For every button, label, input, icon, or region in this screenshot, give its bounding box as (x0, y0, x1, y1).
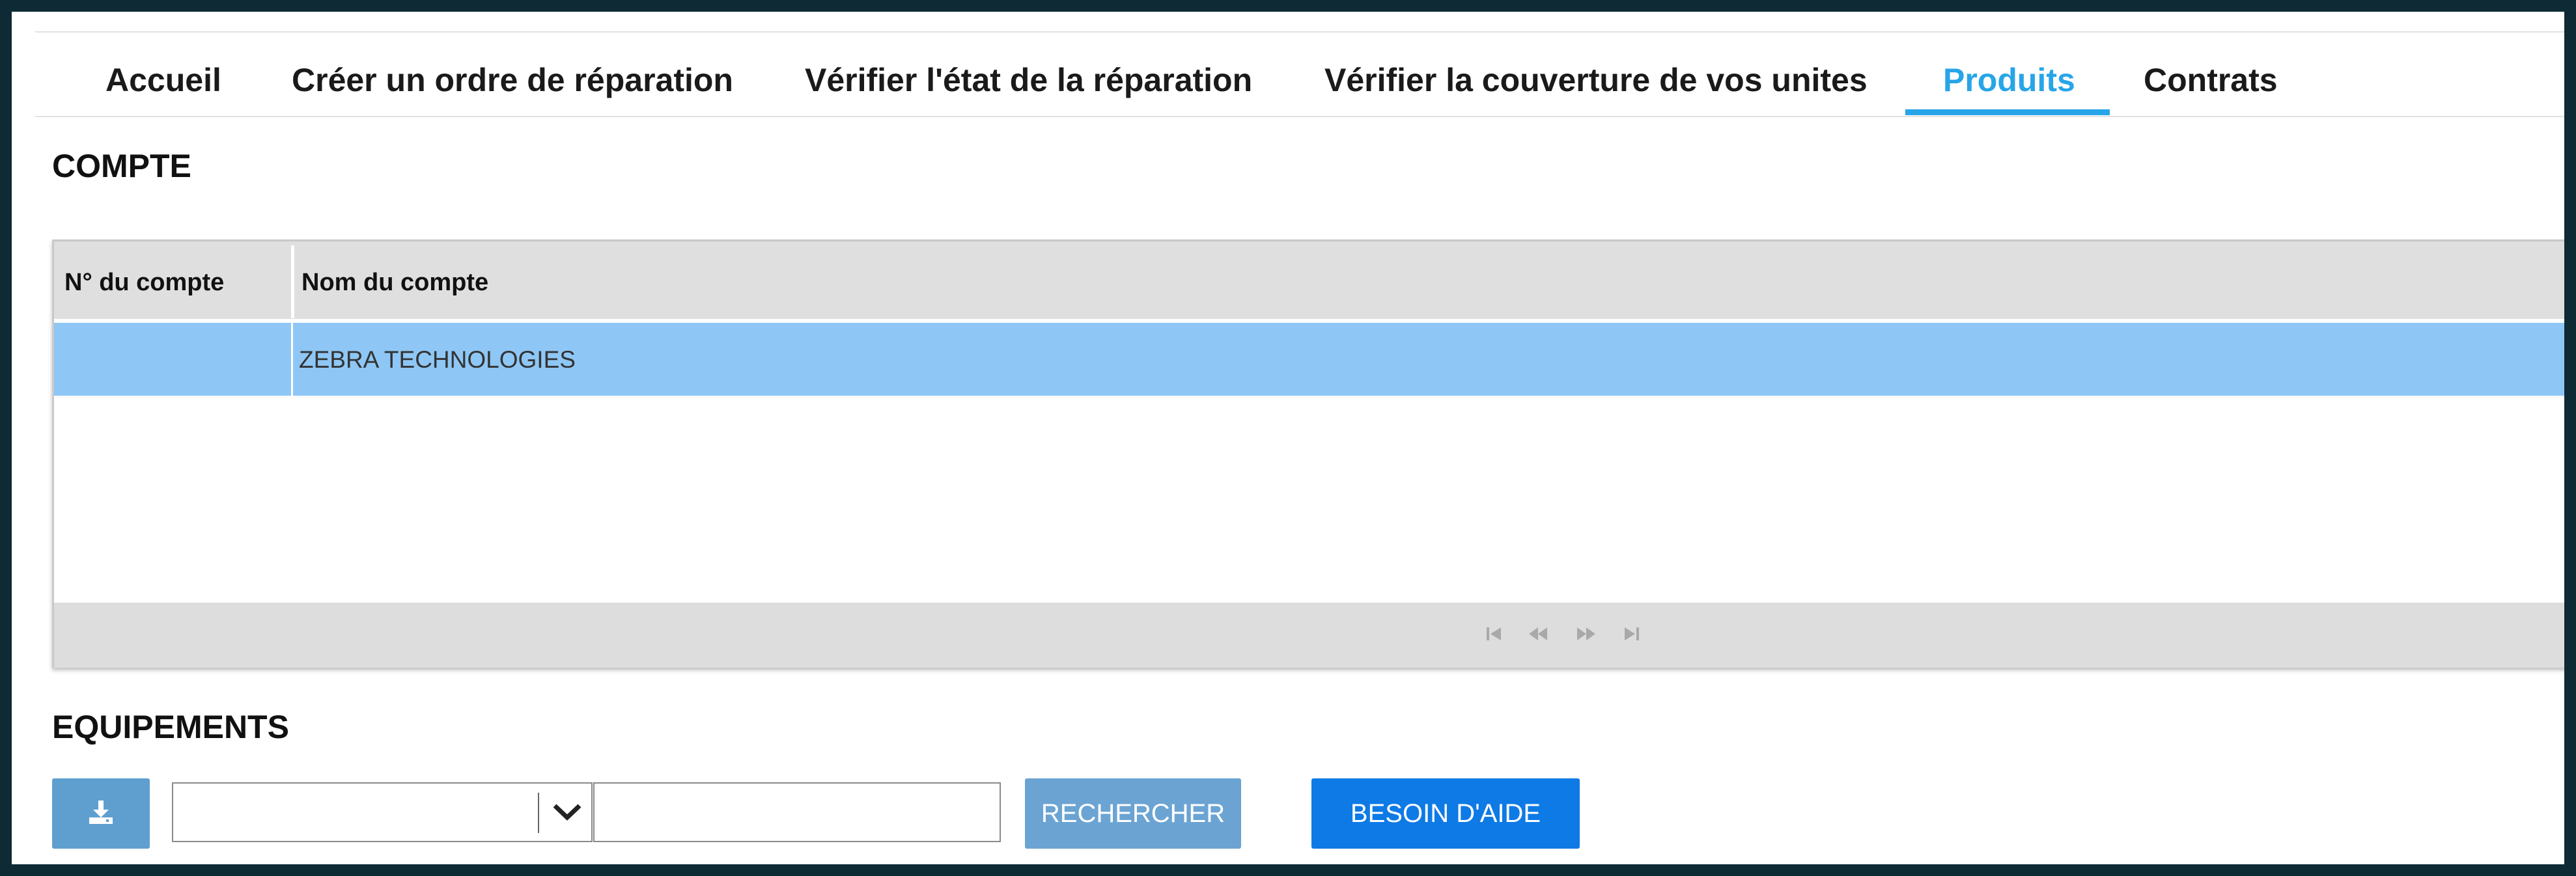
column-separator (291, 245, 294, 318)
tab-produits[interactable]: Produits (1943, 61, 2075, 99)
main-nav: Accueil Créer un ordre de réparation Vér… (35, 33, 2564, 117)
tab-verifier-couverture[interactable]: Vérifier la couverture de vos unites (1324, 61, 1868, 99)
column-header-account-number[interactable]: N° du compte (64, 269, 224, 297)
equipment-section-title: EQUIPEMENTS (52, 709, 289, 745)
tab-contrats[interactable]: Contrats (2144, 61, 2278, 99)
download-icon (87, 798, 115, 830)
tab-creer-ordre-reparation[interactable]: Créer un ordre de réparation (292, 61, 733, 99)
download-button[interactable] (52, 778, 150, 849)
app-frame: Accueil Créer un ordre de réparation Vér… (12, 12, 2564, 864)
column-header-account-name[interactable]: Nom du compte (301, 269, 488, 297)
row-cell-separator (291, 323, 293, 396)
next-page-icon[interactable] (1575, 622, 1597, 646)
select-divider (538, 793, 539, 833)
account-section-title: COMPTE (52, 148, 191, 184)
chevron-down-icon[interactable] (551, 798, 583, 830)
previous-page-icon[interactable] (1527, 622, 1549, 646)
last-page-icon[interactable] (1622, 622, 1642, 646)
help-button[interactable]: BESOIN D'AIDE (1311, 778, 1580, 849)
filter-select[interactable] (172, 782, 593, 842)
tab-accueil[interactable]: Accueil (105, 61, 221, 99)
account-grid: N° du compte Nom du compte ZEBRA TECHNOL… (52, 240, 2564, 668)
grid-pager (54, 603, 2564, 668)
tab-verifier-etat-reparation[interactable]: Vérifier l'état de la réparation (805, 61, 1252, 99)
table-row[interactable]: ZEBRA TECHNOLOGIES (54, 323, 2564, 396)
search-button[interactable]: RECHERCHER (1025, 778, 1241, 849)
active-tab-indicator (1905, 109, 2110, 115)
first-page-icon[interactable] (1484, 622, 1504, 646)
grid-header: N° du compte Nom du compte (54, 241, 2564, 321)
search-input[interactable] (593, 782, 1001, 842)
account-name-cell: ZEBRA TECHNOLOGIES (299, 346, 576, 373)
